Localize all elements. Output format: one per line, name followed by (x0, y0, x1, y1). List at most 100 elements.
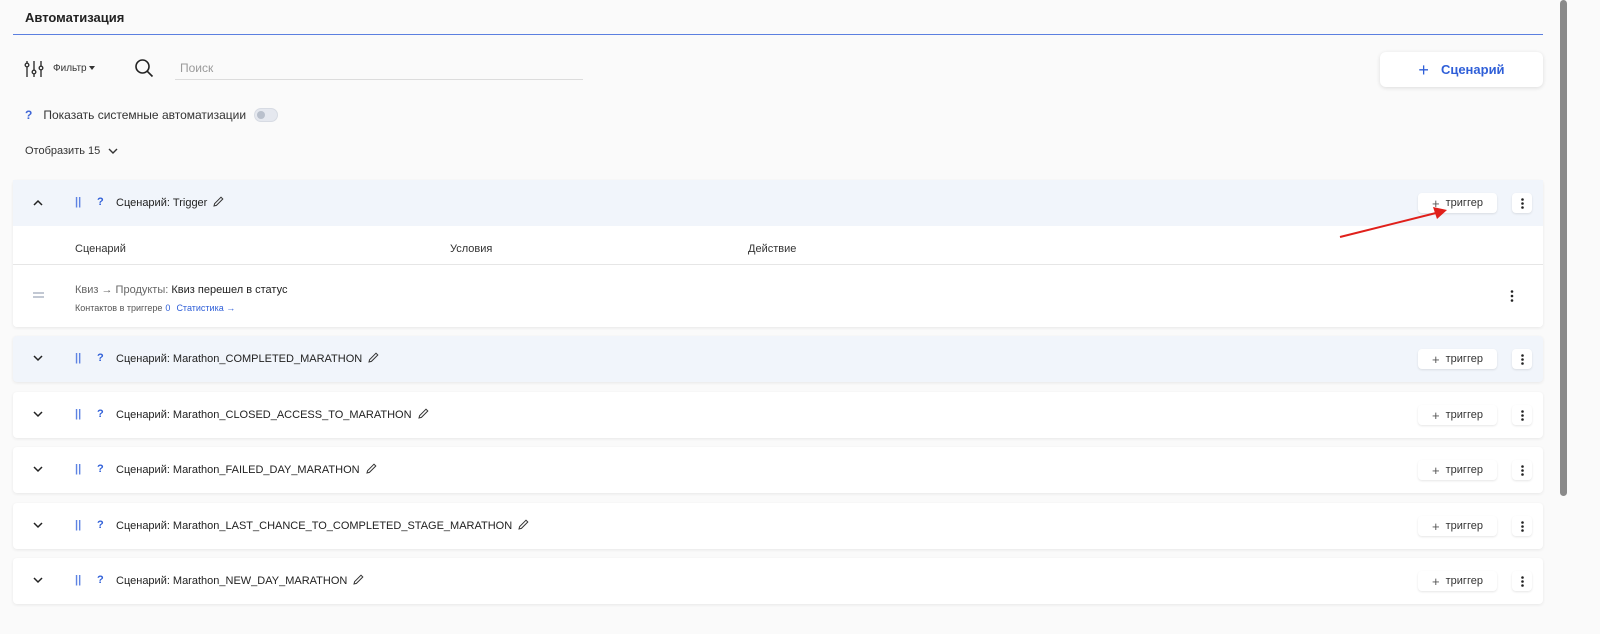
chevron-down-icon[interactable] (33, 411, 43, 418)
pencil-icon[interactable] (353, 574, 364, 585)
more-vertical-icon[interactable] (1510, 290, 1514, 302)
system-automations-row: ? Показать системные автоматизации (25, 105, 279, 125)
scenario-menu-button[interactable] (1512, 405, 1532, 425)
scenario-header: || ? Сценарий: Marathon_COMPLETED_MARATHO… (13, 336, 1543, 382)
chevron-up-icon[interactable] (33, 199, 43, 206)
add-trigger-label: триггер (1445, 520, 1483, 532)
scenario-name: Сценарий: Marathon_LAST_CHANCE_TO_COMPLET… (116, 519, 529, 532)
scenario-name: Сценарий: Marathon_NEW_DAY_MARATHON (116, 574, 364, 587)
search-input[interactable] (175, 57, 583, 80)
pause-icon[interactable]: || (75, 574, 81, 586)
add-trigger-label: триггер (1445, 409, 1483, 421)
scenario-header: || ? Сценарий: Marathon_CLOSED_ACCESS_TO_… (13, 392, 1543, 438)
chevron-down-icon[interactable] (33, 355, 43, 362)
scenario-header: || ? Сценарий: Trigger + триггер (13, 180, 1543, 226)
plus-icon: + (1432, 573, 1440, 589)
trigger-stats: Контактов в триггере 0 Статистика → (75, 303, 235, 313)
add-trigger-button[interactable]: + триггер (1418, 460, 1497, 480)
pencil-icon[interactable] (518, 519, 529, 530)
pencil-icon[interactable] (417, 408, 429, 419)
scenario-header: || ? Сценарий: Marathon_NEW_DAY_MARATHON … (13, 558, 1543, 604)
scenario-title: Trigger (172, 197, 208, 209)
more-vertical-icon (1520, 575, 1524, 587)
scenario-header: || ? Сценарий: Marathon_FAILED_DAY_MARATH… (13, 447, 1543, 493)
filter-sliders-icon[interactable] (24, 59, 44, 79)
filter-button[interactable]: Фильтр (53, 63, 87, 74)
page-size-select[interactable]: Отобразить 15 (25, 145, 118, 157)
chevron-down-icon[interactable] (33, 522, 43, 529)
scenario-menu-button[interactable] (1512, 349, 1532, 369)
scenario-card: || ? Сценарий: Marathon_COMPLETED_MARATHO… (13, 336, 1543, 382)
scenario-name: Сценарий: Trigger (116, 196, 224, 209)
statistics-link[interactable]: Статистика → (176, 303, 235, 313)
pencil-icon[interactable] (213, 196, 224, 207)
chevron-down-icon (108, 148, 118, 154)
scenario-title: Marathon_FAILED_DAY_MARATHON (172, 464, 360, 476)
scenario-card: || ? Сценарий: Trigger + триггер Сценарий … (13, 180, 1543, 327)
system-automations-toggle[interactable] (254, 108, 279, 122)
add-trigger-button[interactable]: + триггер (1418, 516, 1497, 536)
scenario-title: Marathon_NEW_DAY_MARATHON (172, 575, 348, 587)
scenario-menu-button[interactable] (1512, 193, 1532, 213)
scenario-menu-button[interactable] (1512, 460, 1532, 480)
help-icon[interactable]: ? (25, 108, 32, 122)
scenario-card: || ? Сценарий: Marathon_CLOSED_ACCESS_TO_… (13, 392, 1543, 438)
more-vertical-icon (1520, 520, 1524, 532)
contacts-count: 0 (165, 303, 171, 313)
scenario-menu-button[interactable] (1512, 571, 1532, 591)
scenario-name: Сценарий: Marathon_FAILED_DAY_MARATHON (116, 463, 377, 476)
more-vertical-icon (1520, 353, 1524, 365)
scenario-menu-button[interactable] (1512, 516, 1532, 536)
pause-icon[interactable]: || (75, 408, 81, 420)
scenario-card: || ? Сценарий: Marathon_NEW_DAY_MARATHON … (13, 558, 1543, 604)
page-size-label: Отобразить 15 (25, 145, 101, 157)
search-icon[interactable] (134, 58, 154, 78)
add-trigger-label: триггер (1445, 464, 1483, 476)
add-trigger-button[interactable]: + триггер (1418, 405, 1497, 425)
plus-icon: + (1432, 462, 1440, 478)
pause-icon[interactable]: || (75, 519, 81, 531)
help-icon[interactable]: ? (97, 519, 104, 531)
help-icon[interactable]: ? (97, 352, 104, 364)
scenario-header: || ? Сценарий: Marathon_LAST_CHANCE_TO_CO… (13, 503, 1543, 549)
add-scenario-button[interactable]: + Сценарий (1380, 52, 1543, 87)
scenario-name: Сценарий: Marathon_CLOSED_ACCESS_TO_MARAT… (116, 408, 429, 421)
scrollbar[interactable] (1560, 0, 1567, 496)
pencil-icon[interactable] (368, 352, 379, 363)
scenario-prefix: Сценарий: (116, 197, 170, 209)
column-conditions: Условия (450, 243, 493, 255)
toolbar: Фильтр + Сценарий (0, 52, 1600, 87)
pencil-icon[interactable] (365, 463, 377, 474)
add-trigger-button[interactable]: + триггер (1418, 349, 1497, 369)
plus-icon: + (1432, 351, 1440, 367)
scenario-card: || ? Сценарий: Marathon_FAILED_DAY_MARATH… (13, 447, 1543, 493)
column-action: Действие (748, 243, 797, 255)
help-icon[interactable]: ? (97, 196, 104, 208)
trigger-table-header: Сценарий Условия Действие (13, 226, 1543, 265)
more-vertical-icon (1520, 409, 1524, 421)
plus-icon: + (1432, 195, 1440, 211)
add-trigger-button[interactable]: + триггер (1418, 571, 1497, 591)
system-automations-label: Показать системные автоматизации (43, 108, 247, 122)
toggle-knob (257, 111, 266, 119)
help-icon[interactable]: ? (97, 408, 104, 420)
more-vertical-icon (1520, 464, 1524, 476)
plus-icon: + (1432, 407, 1440, 423)
help-icon[interactable]: ? (97, 463, 104, 475)
pause-icon[interactable]: || (75, 196, 81, 208)
trigger-event: Квиз перешел в статус (171, 284, 288, 296)
add-trigger-label: триггер (1445, 575, 1483, 587)
trigger-description: Квиз → Продукты: Квиз перешел в статус (75, 284, 287, 296)
pause-icon[interactable]: || (75, 463, 81, 475)
drag-handle-icon[interactable] (33, 292, 44, 298)
add-trigger-button[interactable]: + триггер (1418, 193, 1497, 213)
contacts-label: Контактов в триггере (75, 303, 163, 313)
pause-icon[interactable]: || (75, 352, 81, 364)
help-icon[interactable]: ? (97, 574, 104, 586)
chevron-down-icon[interactable] (33, 466, 43, 473)
plus-icon: + (1418, 59, 1429, 80)
scenario-card: || ? Сценарий: Marathon_LAST_CHANCE_TO_CO… (13, 503, 1543, 549)
chevron-down-icon[interactable] (33, 577, 43, 584)
column-scenario: Сценарий (75, 243, 126, 255)
scenario-name: Сценарий: Marathon_COMPLETED_MARATHON (116, 352, 379, 365)
